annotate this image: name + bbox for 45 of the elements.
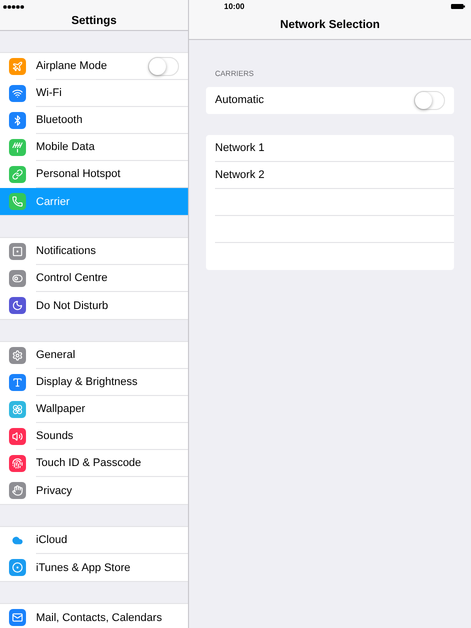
battery-icon (451, 4, 465, 9)
row-label: Personal Hotspot (36, 167, 122, 182)
detail-title: Network Selection (280, 18, 380, 34)
row-label: Wallpaper (36, 402, 86, 417)
settings-row[interactable]: General (0, 342, 188, 370)
row-label: Do Not Disturb (36, 298, 110, 314)
settings-row[interactable]: Mail, Contacts, Calendars (0, 604, 188, 628)
row-label: Control Centre (36, 271, 109, 286)
row-label: Mail, Contacts, Calendars (36, 610, 163, 626)
settings-row[interactable]: Wallpaper (0, 396, 188, 424)
row-label: Wi-Fi (36, 86, 63, 101)
row-label: General (36, 348, 76, 363)
row-label: Privacy (36, 484, 74, 498)
row-label: Touch ID & Passcode (36, 456, 142, 471)
settings-row[interactable]: Wi-Fi (0, 80, 188, 108)
row-label: Mobile Data (36, 140, 96, 155)
settings-row[interactable]: iCloud (0, 527, 188, 554)
settings-row[interactable]: Display & Brightness (0, 369, 188, 396)
toggle-switch[interactable] (148, 56, 179, 76)
settings-row[interactable]: Touch ID & Passcode (0, 450, 188, 478)
settings-row[interactable]: Mobile Data (0, 134, 188, 162)
row-label: iTunes & App Store (36, 560, 132, 576)
settings-row[interactable]: Bluetooth (0, 107, 188, 134)
row-label: Automatic (215, 93, 265, 108)
network-item[interactable]: Network 1 (215, 140, 265, 156)
row-label: Display & Brightness (36, 375, 138, 390)
settings-row[interactable]: Privacy (0, 477, 188, 504)
row-label: Carrier (36, 194, 71, 210)
row-label: Sounds (36, 429, 74, 444)
status-time: 10:00 (224, 0, 244, 12)
row-label: iCloud (36, 533, 68, 548)
network-item[interactable]: Network 2 (215, 166, 265, 184)
row-label: Bluetooth (36, 113, 84, 128)
settings-row[interactable]: Notifications (0, 238, 188, 266)
settings-row[interactable]: Do Not Disturb (0, 292, 188, 320)
row-label: Notifications (36, 244, 97, 259)
settings-row[interactable]: Personal Hotspot (0, 161, 188, 188)
settings-row[interactable]: Airplane Mode (0, 53, 188, 80)
toggle-switch[interactable] (414, 91, 445, 110)
settings-row[interactable]: Control Centre (0, 265, 188, 292)
row-label: Airplane Mode (36, 59, 108, 74)
settings-row[interactable]: iTunes & App Store (0, 554, 188, 582)
sidebar-title: Settings (71, 14, 117, 29)
settings-row[interactable]: Sounds (0, 423, 188, 450)
signal-icon (3, 4, 25, 8)
